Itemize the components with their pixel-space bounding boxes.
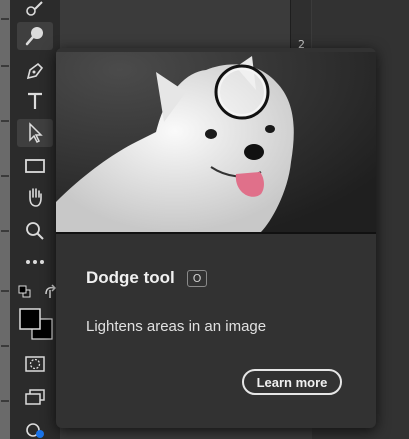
strip-mark [1, 290, 9, 292]
generative-tool-button[interactable] [17, 417, 53, 439]
rectangle-icon [25, 159, 45, 173]
foreground-color-swatch[interactable] [19, 308, 41, 330]
strip-mark [1, 400, 9, 402]
swatch-graphic [18, 284, 57, 340]
tooltip-description: Lightens areas in an image [86, 318, 267, 335]
more-tools-button[interactable] [17, 248, 53, 276]
strip-mark [1, 18, 9, 20]
generative-icon [26, 423, 44, 438]
document-edge-strip [0, 0, 10, 439]
quick-mask-button[interactable] [17, 350, 53, 378]
strip-mark [1, 230, 9, 232]
screen-mode-button[interactable] [17, 383, 53, 411]
swap-colors-icon[interactable] [45, 284, 57, 298]
strip-mark [1, 120, 9, 122]
screen-mode-icon [25, 389, 45, 405]
dodge-icon [25, 27, 43, 46]
hand-tool-button[interactable] [17, 183, 53, 211]
tool-tooltip-popover: Dodge tool O Lightens areas in an image … [56, 48, 376, 428]
type-tool-button[interactable] [17, 87, 53, 115]
strip-mark [1, 345, 9, 347]
learn-more-button[interactable]: Learn more [242, 369, 342, 395]
magnifier-icon [26, 222, 44, 240]
brush-tool-button[interactable] [17, 0, 53, 18]
dog-photo-icon [56, 52, 376, 232]
tooltip-preview-image [56, 52, 376, 234]
color-swatches [18, 282, 58, 344]
shortcut-key-badge: O [186, 269, 208, 287]
quick-mask-icon [25, 356, 45, 372]
zoom-tool-button[interactable] [17, 217, 53, 245]
tooltip-title: Dodge tool [86, 268, 175, 287]
path-selection-tool-button[interactable] [17, 119, 53, 147]
strip-mark [1, 65, 9, 67]
more-dots-icon [26, 260, 44, 264]
tooltip-title-row: Dodge tool O [86, 268, 208, 288]
strip-mark [1, 175, 9, 177]
pen-tool-button[interactable] [17, 57, 53, 85]
tools-panel [10, 0, 61, 439]
type-icon [28, 92, 42, 109]
rectangle-tool-button[interactable] [17, 152, 53, 180]
default-colors-icon[interactable] [18, 285, 31, 298]
brush-icon [26, 1, 43, 16]
arrow-cursor-icon [29, 122, 43, 144]
hand-icon [29, 188, 42, 207]
pen-icon [26, 62, 44, 80]
dodge-tool-button[interactable] [17, 22, 53, 50]
